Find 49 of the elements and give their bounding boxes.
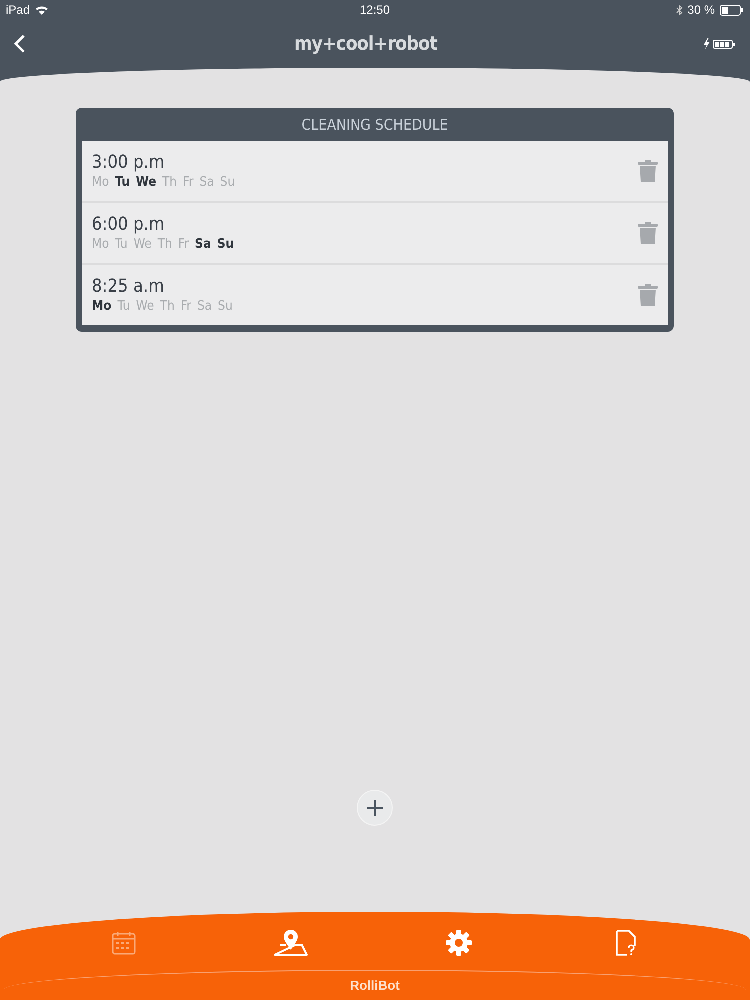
wifi-icon <box>35 4 50 16</box>
schedule-time: 8:25 a.m <box>92 276 166 297</box>
weekday-label: Tu <box>115 237 128 252</box>
delete-button[interactable] <box>638 160 658 182</box>
weekday-label: We <box>136 175 157 190</box>
plus-icon <box>366 799 384 817</box>
weekday-label: Su <box>217 237 234 252</box>
map-pin-icon <box>274 930 308 956</box>
schedule-time: 3:00 p.m <box>92 152 166 173</box>
device-name: iPad <box>6 3 30 17</box>
weekday-label: Sa <box>195 237 212 252</box>
robot-name: my+cool+robot <box>294 33 438 55</box>
weekday-label: Th <box>160 299 175 314</box>
charging-battery-icon <box>702 37 736 51</box>
bluetooth-icon <box>676 4 683 16</box>
schedule-entry[interactable]: 8:25 a.m Mo Tu We Th Fr Sa Su <box>82 265 668 325</box>
weekday-label: Sa <box>197 299 212 314</box>
schedule-entry[interactable]: 3:00 p.m Mo Tu We Th Fr Sa Su <box>82 141 668 203</box>
weekday-label: We <box>136 299 154 314</box>
weekday-label: Th <box>162 175 178 190</box>
card-title: CLEANING SCHEDULE <box>302 116 448 134</box>
weekday-label: Mo <box>92 237 110 252</box>
schedule-time: 6:00 p.m <box>92 214 166 235</box>
weekday-label: Fr <box>178 237 190 252</box>
trash-icon <box>638 160 658 182</box>
weekday-label: Su <box>220 175 236 190</box>
weekday-label: Th <box>158 237 172 252</box>
trash-icon <box>638 284 658 306</box>
help-document-icon <box>616 930 636 956</box>
weekday-label: Mo <box>92 175 110 190</box>
trash-icon <box>638 222 658 244</box>
weekday-label: Fr <box>180 299 192 314</box>
weekday-label: We <box>134 237 152 252</box>
schedule-entry[interactable]: 6:00 p.m Mo Tu We Th Fr Sa Su <box>82 203 668 265</box>
weekday-label: Tu <box>115 175 130 190</box>
add-button[interactable] <box>357 790 393 826</box>
weekday-label: Su <box>218 299 233 314</box>
battery-percent: 30 % <box>688 3 715 17</box>
weekday-label: Fr <box>183 175 194 190</box>
app-name: RolliBot <box>350 978 400 993</box>
delete-button[interactable] <box>638 284 658 306</box>
delete-button[interactable] <box>638 222 658 244</box>
clock-time: 12:50 <box>360 3 390 17</box>
weekday-label: Sa <box>200 175 214 190</box>
weekday-label: Tu <box>118 299 130 314</box>
calendar-icon <box>112 931 136 955</box>
battery-icon <box>720 4 744 16</box>
weekday-label: Mo <box>92 299 112 314</box>
chevron-left-icon <box>14 34 26 54</box>
